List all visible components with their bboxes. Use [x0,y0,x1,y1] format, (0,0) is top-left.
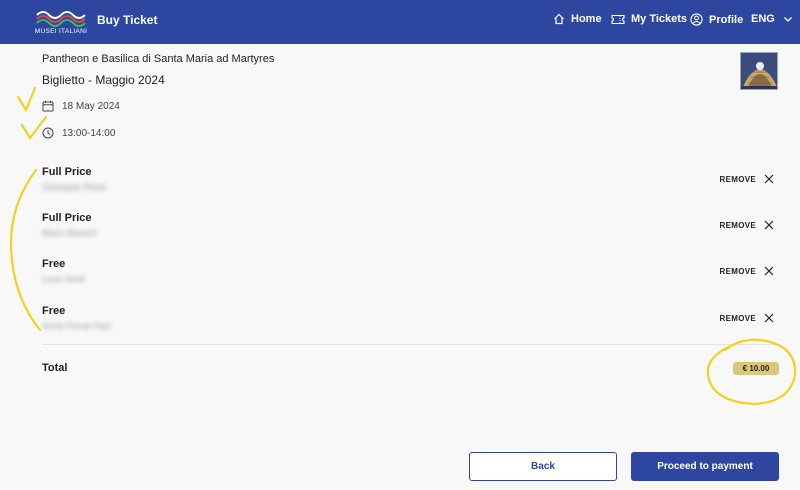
annotation-bracket [9,168,42,332]
total-label: Total [42,362,68,374]
remove-ticket-button[interactable]: REMOVE [720,174,774,184]
annotation-checkmark [16,86,37,113]
remove-ticket-button[interactable]: REMOVE [720,220,774,230]
nav-my-tickets-label: My Tickets [631,13,688,25]
back-button[interactable]: Back [469,452,617,481]
ticket-type: Full Price [42,166,92,178]
ticket-type: Free [42,305,66,317]
nav-profile-label: Profile [709,13,744,26]
event-thumbnail [740,52,778,90]
remove-label: REMOVE [719,313,756,323]
event-time: 13:00-14:00 [62,127,116,139]
pantheon-dome-image [741,53,777,89]
ticket-holder-name: Mario Bianchi [42,228,97,238]
event-date: 18 May 2024 [62,100,120,112]
user-circle-icon [690,13,703,26]
total-price-badge: € 10.00 [733,362,779,375]
ticket-item: Free Luca Verdi REMOVE [42,258,778,292]
remove-ticket-button[interactable]: REMOVE [720,313,774,323]
language-label: ENG [751,13,775,25]
ticket-type: Free [42,258,66,270]
ticket-item: Full Price Mario Bianchi REMOVE [42,212,778,246]
remove-label: REMOVE [719,174,756,184]
event-time-row: 13:00-14:00 [42,127,115,139]
ticket-holder-name: Anna Ferrari Neri [42,321,112,331]
event-subtitle: Biglietto - Maggio 2024 [42,73,165,87]
event-name: Pantheon e Basilica di Santa Maria ad Ma… [42,53,275,65]
nav-my-tickets[interactable]: My Tickets [611,13,687,25]
calendar-icon [42,100,54,112]
nav-home[interactable]: Home [553,13,602,25]
ticket-icon [611,14,625,24]
home-icon [554,13,564,25]
event-date-row: 18 May 2024 [42,100,120,112]
app-header: MUSEI ITALIANI Buy Ticket Home My Ticket… [0,0,800,44]
remove-ticket-button[interactable]: REMOVE [720,266,774,276]
ticket-item: Full Price Giuseppe Rossi REMOVE [42,166,778,200]
close-icon [764,174,774,184]
nav-home-label: Home [571,13,602,25]
proceed-to-payment-button[interactable]: Proceed to payment [631,452,779,481]
chevron-down-icon [783,16,792,22]
ticket-holder-name: Luca Verdi [42,274,85,284]
remove-label: REMOVE [719,266,756,276]
page-title: Buy Ticket [97,13,158,27]
ticket-holder-name: Giuseppe Rossi [42,182,106,192]
ticket-item: Free Anna Ferrari Neri REMOVE [42,305,778,339]
remove-label: REMOVE [719,220,756,230]
language-selector[interactable]: ENG [751,13,793,25]
logo-text: MUSEI ITALIANI [34,28,88,35]
close-icon [764,220,774,230]
logo-waves-icon [36,11,86,27]
nav-profile[interactable]: Profile [690,13,743,26]
clock-icon [42,127,54,139]
close-icon [764,313,774,323]
ticket-type: Full Price [42,212,92,224]
close-icon [764,266,774,276]
divider [42,344,778,345]
musei-italiani-logo[interactable]: MUSEI ITALIANI [33,7,89,37]
